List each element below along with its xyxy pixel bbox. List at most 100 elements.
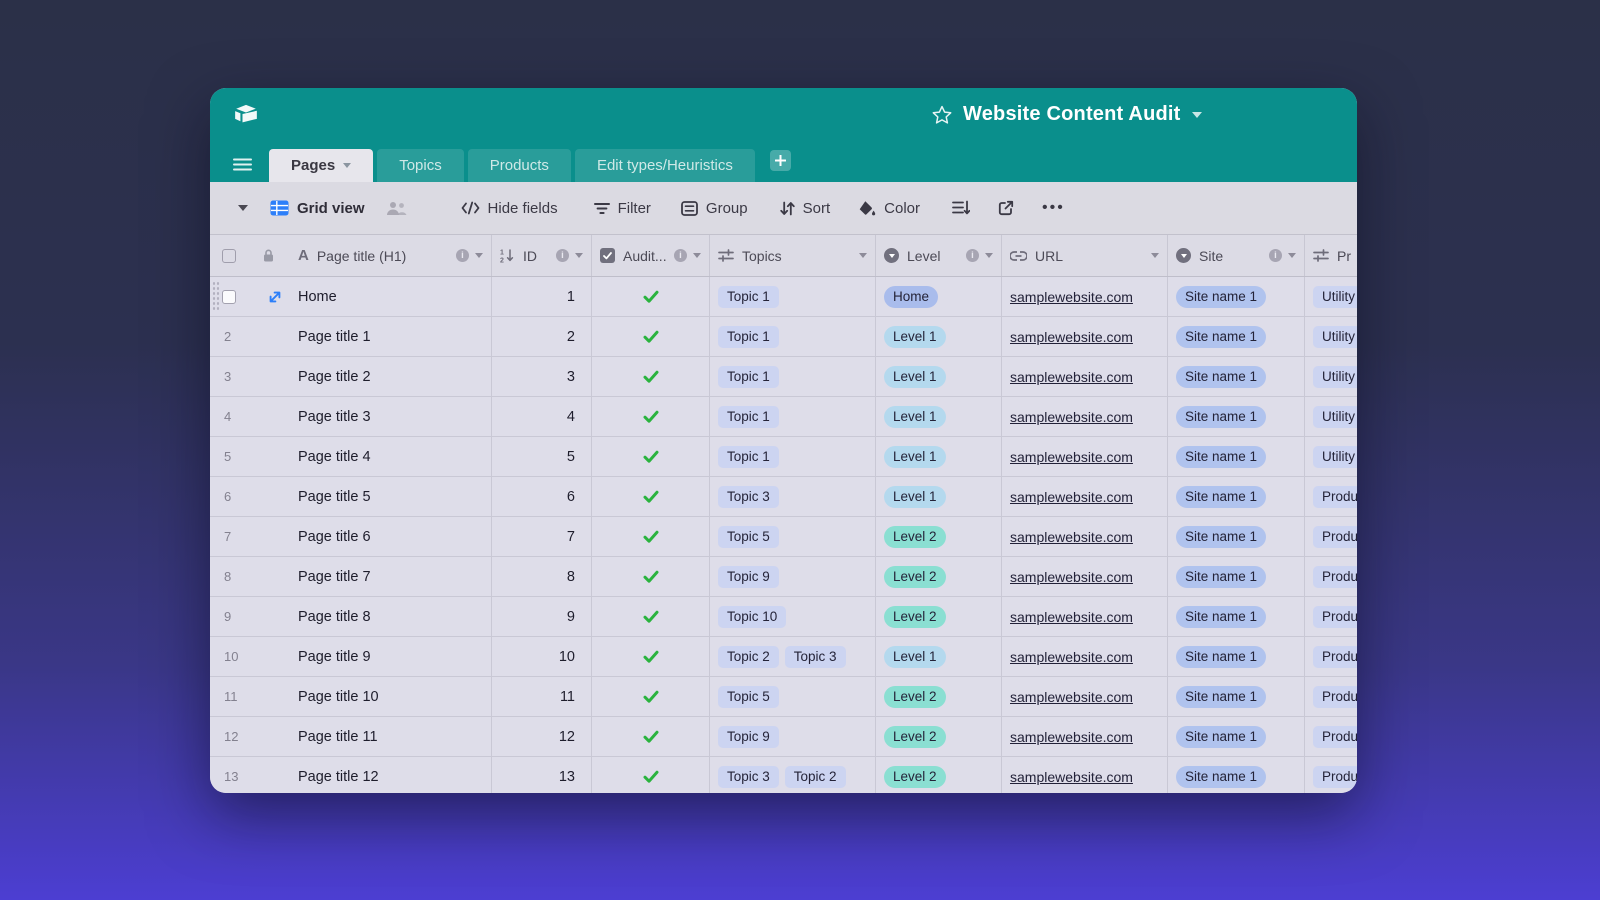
chevron-down-icon[interactable] (1151, 253, 1159, 258)
url-link[interactable]: samplewebsite.com (1010, 409, 1133, 425)
cell-id[interactable]: 4 (492, 397, 592, 436)
cell-id[interactable]: 1 (492, 277, 592, 316)
column-header-topics[interactable]: Topics (710, 235, 876, 276)
cell-page-title[interactable]: Page title 8 (282, 597, 492, 636)
cell-url[interactable]: samplewebsite.com (1002, 597, 1168, 636)
cell-page-title[interactable]: Page title 4 (282, 437, 492, 476)
cell-page-title[interactable]: Page title 5 (282, 477, 492, 516)
cell-topics[interactable]: Topic 1 (710, 437, 876, 476)
hide-fields-button[interactable]: Hide fields (461, 200, 558, 217)
cell-site[interactable]: Site name 1 (1168, 677, 1305, 716)
row-gutter[interactable]: 3 (210, 357, 282, 396)
tab-pages[interactable]: Pages (269, 149, 373, 182)
row-gutter[interactable]: 4 (210, 397, 282, 436)
cell-audited[interactable] (592, 437, 710, 476)
column-header-site[interactable]: Site i (1168, 235, 1305, 276)
url-link[interactable]: samplewebsite.com (1010, 729, 1133, 745)
cell-level[interactable]: Level 2 (876, 517, 1002, 556)
cell-topics[interactable]: Topic 1 (710, 317, 876, 356)
cell-audited[interactable] (592, 557, 710, 596)
cell-page-title[interactable]: Page title 7 (282, 557, 492, 596)
cell-level[interactable]: Level 2 (876, 677, 1002, 716)
cell-url[interactable]: samplewebsite.com (1002, 277, 1168, 316)
view-sidebar-caret-icon[interactable] (238, 205, 248, 211)
group-button[interactable]: Group (681, 200, 748, 217)
cell-level[interactable]: Level 1 (876, 357, 1002, 396)
cell-level[interactable]: Level 1 (876, 317, 1002, 356)
star-icon[interactable] (932, 105, 952, 125)
row-gutter[interactable]: 5 (210, 437, 282, 476)
cell-id[interactable]: 9 (492, 597, 592, 636)
cell-audited[interactable] (592, 677, 710, 716)
cell-audited[interactable] (592, 397, 710, 436)
cell-level[interactable]: Level 1 (876, 637, 1002, 676)
cell-page-title[interactable]: Home (282, 277, 492, 316)
cell-site[interactable]: Site name 1 (1168, 597, 1305, 636)
color-button[interactable]: Color (858, 200, 920, 217)
column-header-level[interactable]: Level i (876, 235, 1002, 276)
more-options-button[interactable]: ••• (1042, 199, 1065, 217)
column-header-id[interactable]: 1 2 ID i (492, 235, 592, 276)
cell-site[interactable]: Site name 1 (1168, 477, 1305, 516)
cell-topics[interactable]: Topic 3Topic 2 (710, 757, 876, 793)
cell-url[interactable]: samplewebsite.com (1002, 557, 1168, 596)
row-gutter[interactable]: 2 (210, 317, 282, 356)
cell-audited[interactable] (592, 757, 710, 793)
row-gutter[interactable]: 6 (210, 477, 282, 516)
title-caret-icon[interactable] (1192, 112, 1202, 118)
url-link[interactable]: samplewebsite.com (1010, 369, 1133, 385)
cell-audited[interactable] (592, 517, 710, 556)
cell-topics[interactable]: Topic 1 (710, 357, 876, 396)
column-header-products[interactable]: Pr (1305, 235, 1357, 276)
cell-site[interactable]: Site name 1 (1168, 357, 1305, 396)
url-link[interactable]: samplewebsite.com (1010, 489, 1133, 505)
cell-audited[interactable] (592, 637, 710, 676)
cell-product[interactable]: Produ (1305, 557, 1357, 596)
cell-site[interactable]: Site name 1 (1168, 437, 1305, 476)
cell-audited[interactable] (592, 477, 710, 516)
cell-audited[interactable] (592, 277, 710, 316)
column-header-url[interactable]: URL (1002, 235, 1168, 276)
filter-button[interactable]: Filter (594, 200, 651, 217)
cell-audited[interactable] (592, 317, 710, 356)
sort-button[interactable]: Sort (780, 200, 831, 217)
row-gutter[interactable]: 8 (210, 557, 282, 596)
cell-site[interactable]: Site name 1 (1168, 397, 1305, 436)
cell-topics[interactable]: Topic 9 (710, 557, 876, 596)
cell-site[interactable]: Site name 1 (1168, 277, 1305, 316)
url-link[interactable]: samplewebsite.com (1010, 289, 1133, 305)
cell-site[interactable]: Site name 1 (1168, 637, 1305, 676)
cell-level[interactable]: Level 1 (876, 437, 1002, 476)
cell-id[interactable]: 3 (492, 357, 592, 396)
url-link[interactable]: samplewebsite.com (1010, 529, 1133, 545)
cell-page-title[interactable]: Page title 9 (282, 637, 492, 676)
cell-topics[interactable]: Topic 9 (710, 717, 876, 756)
chevron-down-icon[interactable] (985, 253, 993, 258)
info-icon[interactable]: i (966, 249, 979, 262)
url-link[interactable]: samplewebsite.com (1010, 689, 1133, 705)
url-link[interactable]: samplewebsite.com (1010, 609, 1133, 625)
cell-level[interactable]: Level 2 (876, 717, 1002, 756)
cell-product[interactable]: Produ (1305, 517, 1357, 556)
cell-product[interactable]: Produ (1305, 597, 1357, 636)
cell-id[interactable]: 7 (492, 517, 592, 556)
cell-topics[interactable]: Topic 5 (710, 517, 876, 556)
tab-caret-icon[interactable] (343, 163, 351, 168)
cell-product[interactable]: Produ (1305, 637, 1357, 676)
cell-url[interactable]: samplewebsite.com (1002, 757, 1168, 793)
row-gutter[interactable]: 10 (210, 637, 282, 676)
cell-page-title[interactable]: Page title 11 (282, 717, 492, 756)
cell-site[interactable]: Site name 1 (1168, 717, 1305, 756)
url-link[interactable]: samplewebsite.com (1010, 769, 1133, 785)
cell-site[interactable]: Site name 1 (1168, 557, 1305, 596)
cell-page-title[interactable]: Page title 12 (282, 757, 492, 793)
cell-url[interactable]: samplewebsite.com (1002, 717, 1168, 756)
cell-url[interactable]: samplewebsite.com (1002, 477, 1168, 516)
cell-url[interactable]: samplewebsite.com (1002, 437, 1168, 476)
cell-product[interactable]: Produ (1305, 477, 1357, 516)
row-height-button[interactable] (952, 200, 970, 216)
url-link[interactable]: samplewebsite.com (1010, 449, 1133, 465)
row-gutter[interactable]: 11 (210, 677, 282, 716)
add-table-button[interactable] (770, 150, 791, 171)
cell-product[interactable]: Produ (1305, 717, 1357, 756)
